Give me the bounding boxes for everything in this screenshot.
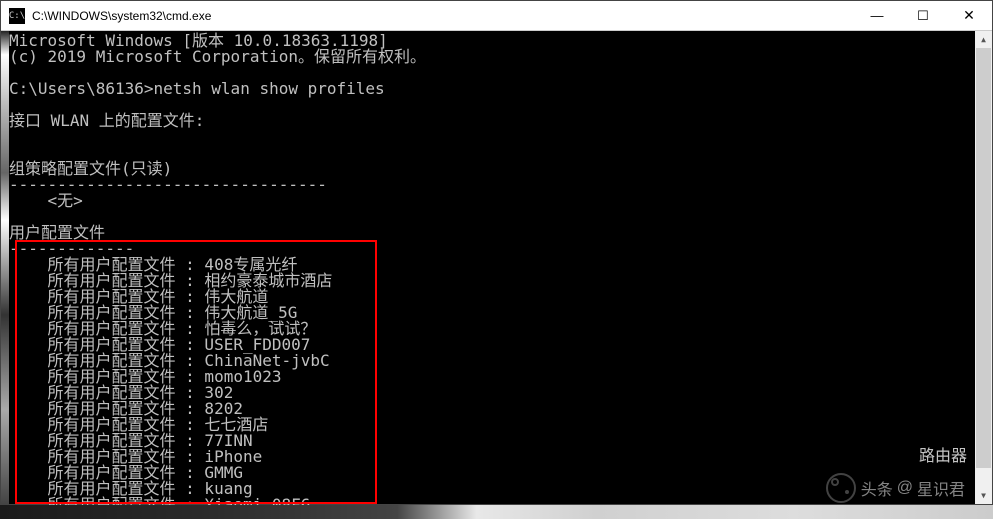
cmd-window: C:\ C:\WINDOWS\system32\cmd.exe — ☐ ✕ Mi… — [0, 0, 993, 505]
terminal-line — [9, 129, 975, 145]
terminal-line — [9, 209, 975, 225]
window-title: C:\WINDOWS\system32\cmd.exe — [30, 9, 854, 23]
terminal-line: C:\Users\86136>netsh wlan show profiles — [9, 81, 975, 97]
scroll-up-arrow[interactable]: ▲ — [975, 31, 992, 48]
window-controls: — ☐ ✕ — [854, 1, 992, 30]
close-button[interactable]: ✕ — [946, 1, 992, 30]
taskbar-fragment — [0, 505, 993, 519]
terminal-output[interactable]: Microsoft Windows [版本 10.0.18363.1198](c… — [9, 31, 975, 504]
terminal-line: --------------------------------- — [9, 177, 975, 193]
terminal-line: (c) 2019 Microsoft Corporation。保留所有权利。 — [9, 49, 975, 65]
terminal-line: <无> — [9, 193, 975, 209]
minimize-button[interactable]: — — [854, 1, 900, 30]
terminal-line: 接口 WLAN 上的配置文件: — [9, 113, 975, 129]
cmd-icon: C:\ — [9, 8, 25, 24]
maximize-button[interactable]: ☐ — [900, 1, 946, 30]
titlebar[interactable]: C:\ C:\WINDOWS\system32\cmd.exe — ☐ ✕ — [1, 1, 992, 31]
terminal-line: 用户配置文件 — [9, 225, 975, 241]
terminal-area: Microsoft Windows [版本 10.0.18363.1198](c… — [1, 31, 992, 504]
left-edge-strip — [1, 31, 9, 504]
vertical-scrollbar[interactable]: ▲ ▼ — [975, 31, 992, 504]
scroll-down-arrow[interactable]: ▼ — [975, 487, 992, 504]
scroll-thumb[interactable] — [976, 48, 991, 468]
